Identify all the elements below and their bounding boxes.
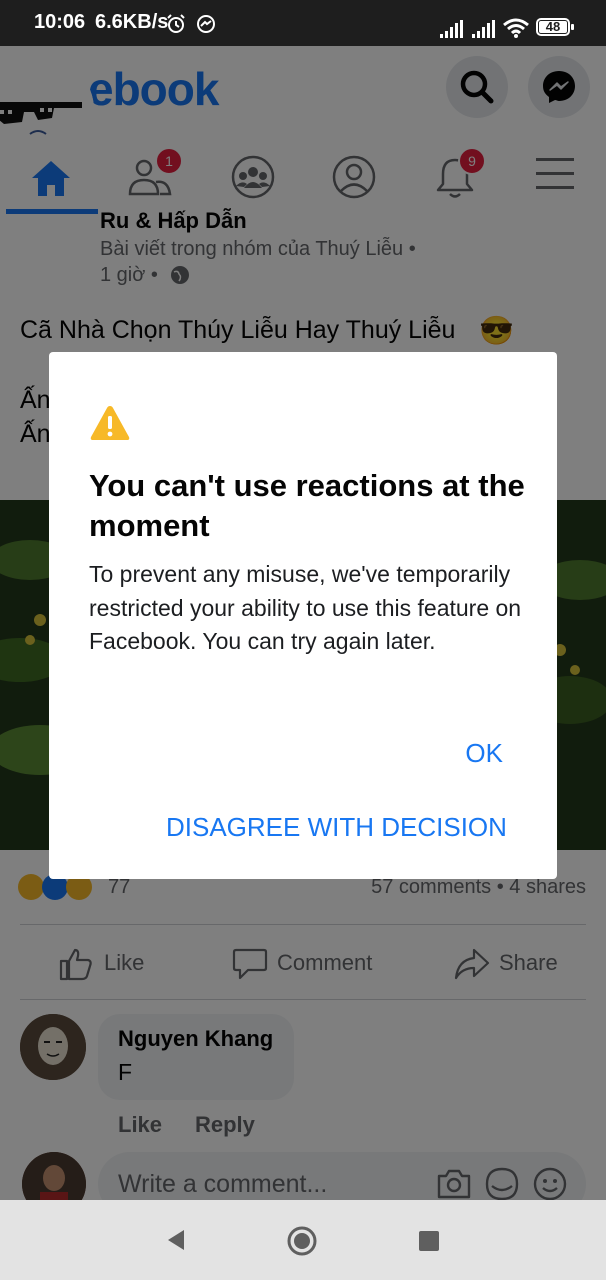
messenger-status-icon (197, 15, 215, 33)
system-nav-bar (0, 1200, 606, 1280)
disagree-button[interactable]: DISAGREE WITH DECISION (166, 812, 507, 843)
warning-icon (90, 406, 130, 440)
restriction-dialog: You can't use reactions at the moment To… (49, 352, 557, 879)
wifi-icon (503, 18, 529, 38)
signal-icon (472, 20, 495, 38)
home-nav-icon[interactable] (286, 1225, 318, 1257)
dialog-message: To prevent any misuse, we've temporarily… (89, 561, 522, 654)
signal-icon (440, 20, 463, 38)
status-bar: 10:06 6.6KB/s 48 (0, 0, 606, 46)
status-time: 10:06 (34, 11, 86, 33)
battery-icon: 48 (536, 18, 574, 36)
back-icon[interactable] (164, 1228, 186, 1252)
alarm-icon (167, 14, 185, 33)
recents-icon[interactable] (418, 1230, 440, 1252)
dialog-title: You can't use reactions at the moment (89, 468, 525, 543)
battery-level: 48 (545, 19, 561, 34)
ok-button[interactable]: OK (465, 738, 503, 769)
status-network-speed: 6.6KB/s (95, 11, 169, 33)
